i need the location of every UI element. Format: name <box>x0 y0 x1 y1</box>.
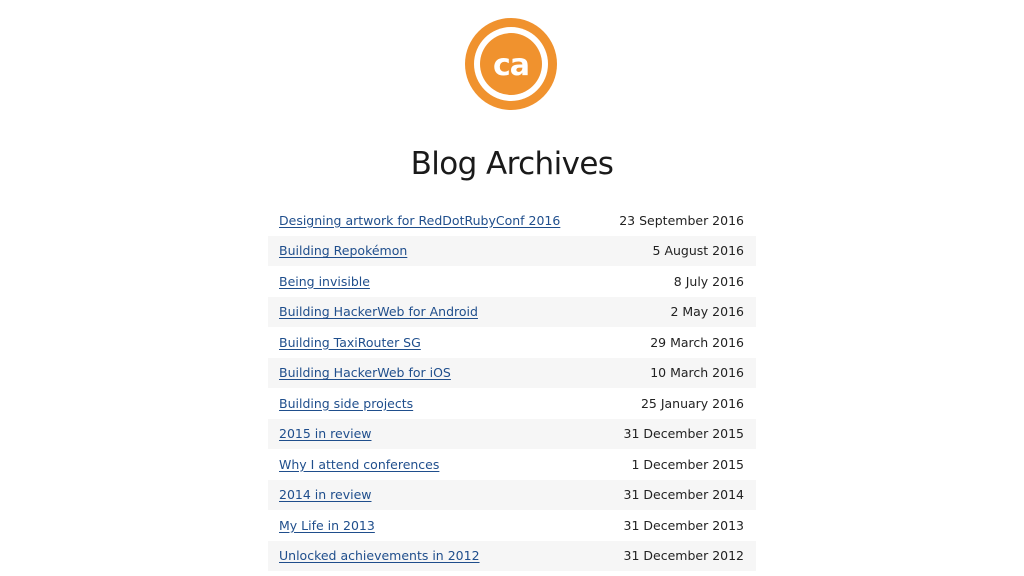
list-item: Building HackerWeb for Android 2 May 201… <box>268 296 756 327</box>
list-item: Designing artwork for RedDotRubyConf 201… <box>268 205 756 236</box>
logo-text: ca <box>493 48 529 83</box>
post-link[interactable]: Building HackerWeb for iOS <box>279 365 451 380</box>
list-item: Building HackerWeb for iOS 10 March 2016 <box>268 357 756 388</box>
post-date: 5 August 2016 <box>652 243 744 259</box>
list-item: 2014 in review 31 December 2014 <box>268 479 756 510</box>
post-date: 31 December 2014 <box>623 487 744 503</box>
list-item: My Life in 2013 31 December 2013 <box>268 510 756 541</box>
list-item: Building Repokémon 5 August 2016 <box>268 235 756 266</box>
post-link[interactable]: Building HackerWeb for Android <box>279 304 478 319</box>
post-link[interactable]: Why I attend conferences <box>279 457 439 472</box>
post-link[interactable]: 2014 in review <box>279 487 372 502</box>
list-item: Why I attend conferences 1 December 2015 <box>268 449 756 480</box>
page-title: Blog Archives <box>410 146 614 182</box>
site-logo[interactable]: ca <box>465 18 557 110</box>
list-item: 2015 in review 31 December 2015 <box>268 418 756 449</box>
list-item: Being invisible 8 July 2016 <box>268 266 756 297</box>
post-link[interactable]: Unlocked achievements in 2012 <box>279 548 480 563</box>
ca-logo-icon: ca <box>465 18 557 110</box>
archive-list: Designing artwork for RedDotRubyConf 201… <box>268 205 756 571</box>
post-link[interactable]: 2015 in review <box>279 426 372 441</box>
post-date: 8 July 2016 <box>673 273 744 289</box>
list-item: Building TaxiRouter SG 29 March 2016 <box>268 327 756 358</box>
post-link[interactable]: Building side projects <box>279 396 413 411</box>
post-date: 31 December 2013 <box>623 517 744 533</box>
post-date: 23 September 2016 <box>619 212 744 228</box>
post-link[interactable]: Building Repokémon <box>279 243 407 258</box>
post-date: 31 December 2012 <box>623 548 744 564</box>
list-item: Building side projects 25 January 2016 <box>268 388 756 419</box>
post-date: 31 December 2015 <box>623 426 744 442</box>
post-link[interactable]: Designing artwork for RedDotRubyConf 201… <box>279 213 560 228</box>
post-date: 1 December 2015 <box>631 456 744 472</box>
post-date: 29 March 2016 <box>650 334 744 350</box>
list-item: Unlocked achievements in 2012 31 Decembe… <box>268 540 756 571</box>
post-link[interactable]: Being invisible <box>279 274 370 289</box>
post-link[interactable]: My Life in 2013 <box>279 518 375 533</box>
post-date: 10 March 2016 <box>650 365 744 381</box>
post-date: 2 May 2016 <box>670 304 744 320</box>
post-date: 25 January 2016 <box>640 395 744 411</box>
post-link[interactable]: Building TaxiRouter SG <box>279 335 421 350</box>
